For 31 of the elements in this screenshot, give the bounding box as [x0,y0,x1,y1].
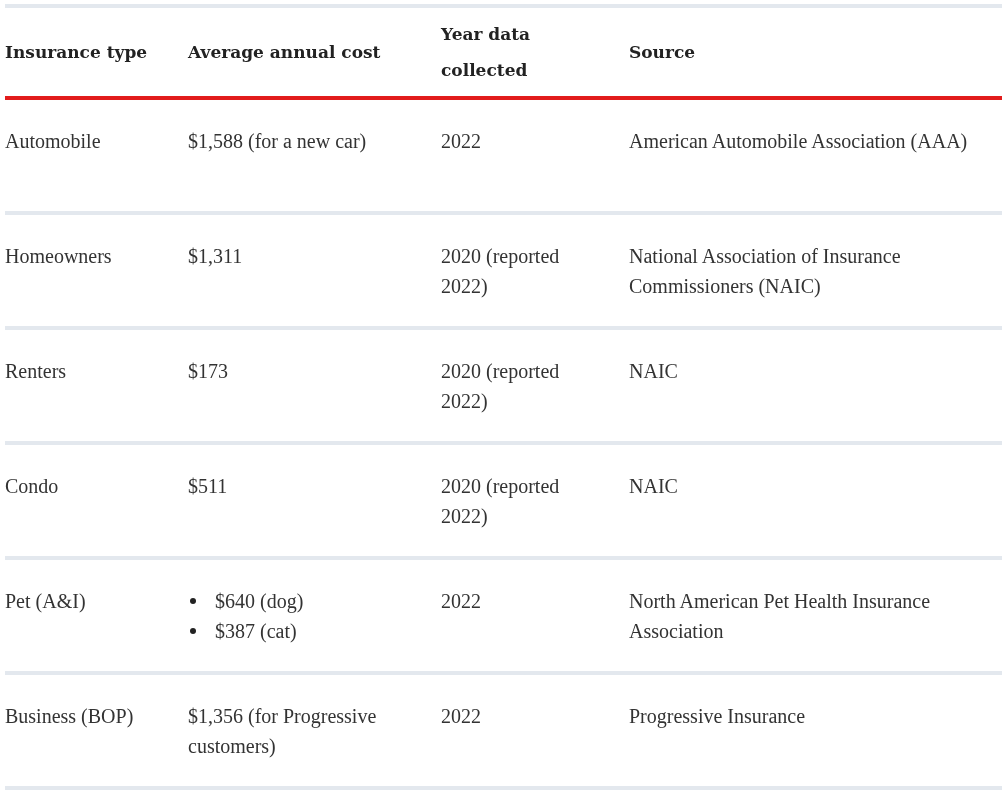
bullet-icon [190,628,196,634]
table-cell: Renters [5,330,188,445]
table-cell: $511 [188,445,441,560]
table-cell: Condo [5,445,188,560]
table-cell: Business (BOP) [5,675,188,790]
table-cell: 2020 (reported 2022) [441,330,629,445]
table-cell: Homeowners [5,215,188,330]
table-cell: National Association of Insurance Commissioners (NAIC) [629,215,1002,330]
table-cell: 2022 [441,675,629,790]
table-cell: 2020 (reported 2022) [441,445,629,560]
column-header: Source [629,8,1002,100]
table-cell: Automobile [5,100,188,215]
table-cell: 2022 [441,560,629,675]
column-header: Insurance type [5,8,188,100]
table-cell: NAIC [629,330,1002,445]
column-header: Year data collected [441,8,629,100]
table-cell: 2022 [441,100,629,215]
table-cell: $1,588 (for a new car) [188,100,441,215]
table-cell: American Automobile Association (AAA) [629,100,1002,215]
table-cell: $1,356 (for Progressive customers) [188,675,441,790]
table-cell: North American Pet Health Insurance Association [629,560,1002,675]
table-cell: 2020 (reported 2022) [441,215,629,330]
list-item: $640 (dog) [215,589,304,615]
table-cell: $173 [188,330,441,445]
bullet-icon [190,598,196,604]
table-cell: $1,311 [188,215,441,330]
table-cell: Pet (A&I) [5,560,188,675]
table-cell: Progressive Insurance [629,675,1002,790]
list-item: $387 (cat) [215,619,297,645]
table-cell: NAIC [629,445,1002,560]
column-header: Average annual cost [188,8,441,100]
